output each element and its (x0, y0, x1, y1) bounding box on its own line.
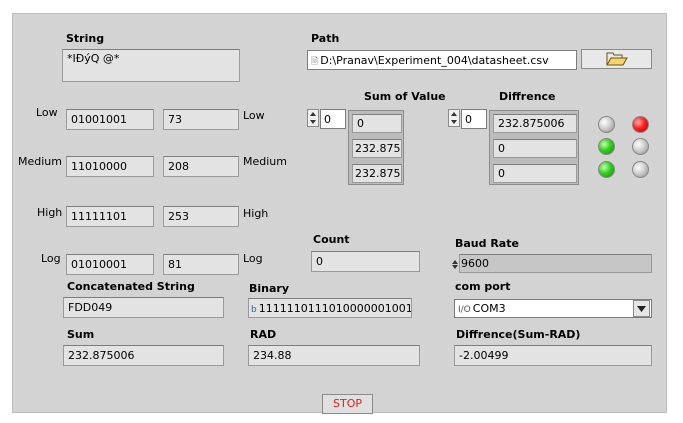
binary-value: 11111101110100000010010 01 (258, 302, 412, 315)
path-icon: 🗎 (311, 57, 319, 67)
sum-of-value-label: Sum of Value (364, 90, 446, 103)
baud-rate-label: Baud Rate (455, 237, 519, 250)
row-low-right-label: Low (243, 109, 265, 122)
sum-of-value-element-2: 232.87500599 (352, 164, 402, 183)
row-high-right-label: High (243, 207, 269, 220)
row-medium-right-label: Medium (243, 155, 287, 168)
diffrence-element-1: 0 (493, 139, 577, 158)
sum-of-value-index[interactable]: 0 (320, 109, 346, 129)
diffrence-element-0: 232.875006 (493, 114, 577, 133)
led-2-2 (632, 138, 649, 155)
binary-label: Binary (249, 282, 290, 295)
count-label: Count (313, 233, 350, 246)
row-low-decimal: 73 (163, 109, 239, 130)
led-2-1 (598, 138, 615, 155)
sum-label: Sum (67, 328, 95, 341)
rad-label: RAD (250, 328, 277, 341)
io-resource-icon: I/O (458, 305, 471, 315)
stop-button[interactable]: STOP (322, 394, 373, 414)
diffrence-element-2: 0 (493, 164, 577, 183)
baud-rate-field[interactable]: 9600 (459, 254, 652, 273)
sum-of-value-index-stepper[interactable] (307, 109, 319, 127)
baud-rate-stepper[interactable] (451, 255, 459, 273)
sum-indicator: 232.875006 (63, 345, 224, 366)
row-low-left-label: Low (36, 106, 58, 119)
diffrence-index-stepper[interactable] (448, 109, 460, 127)
diff-sum-rad-label: Diffrence(Sum-RAD) (456, 328, 581, 341)
com-port-select[interactable]: I/O COM3 (454, 299, 652, 318)
sum-of-value-element-1: 232.87500599 (352, 139, 402, 158)
diffrence-label: Diffrence (499, 90, 556, 103)
folder-open-icon (606, 52, 628, 66)
string-indicator: *IÐýQ @* (62, 49, 240, 82)
path-input[interactable]: 🗎 D:\Pranav\Experiment_004\datasheet.csv (307, 50, 577, 70)
row-medium-left-label: Medium (18, 155, 62, 168)
row-log-binary: 01010001 (66, 254, 154, 275)
row-high-decimal: 253 (163, 206, 239, 227)
row-log-decimal: 81 (163, 254, 239, 275)
browse-button[interactable] (581, 49, 652, 69)
row-medium-decimal: 208 (163, 156, 239, 177)
led-1-2 (632, 116, 649, 133)
row-log-right-label: Log (243, 252, 263, 265)
rad-indicator: 234.88 (248, 345, 420, 366)
diff-sum-rad-indicator: -2.00499 (454, 345, 652, 366)
sum-of-value-element-0: 0 (352, 114, 402, 133)
concatenated-string-indicator: FDD049 (63, 297, 224, 318)
row-high-binary: 11111101 (66, 206, 154, 227)
com-port-label: com port (455, 280, 511, 293)
row-high-left-label: High (37, 206, 63, 219)
diffrence-index[interactable]: 0 (461, 109, 487, 129)
string-label: String (66, 32, 105, 45)
concatenated-string-label: Concatenated String (67, 280, 195, 293)
count-indicator: 0 (311, 251, 420, 272)
com-port-value: COM3 (472, 302, 506, 315)
led-1-1 (598, 116, 615, 133)
chevron-down-icon (637, 305, 646, 312)
path-label: Path (311, 32, 340, 45)
row-log-left-label: Log (41, 252, 61, 265)
led-3-1 (598, 161, 615, 178)
binary-indicator: b11111101110100000010010 01 (248, 298, 412, 318)
binary-format-icon: b (251, 305, 257, 315)
com-port-dropdown-button[interactable] (633, 300, 650, 317)
path-value: D:\Pranav\Experiment_004\datasheet.csv (320, 54, 549, 67)
row-low-binary: 01001001 (66, 109, 154, 130)
led-3-2 (632, 161, 649, 178)
row-medium-binary: 11010000 (66, 156, 154, 177)
